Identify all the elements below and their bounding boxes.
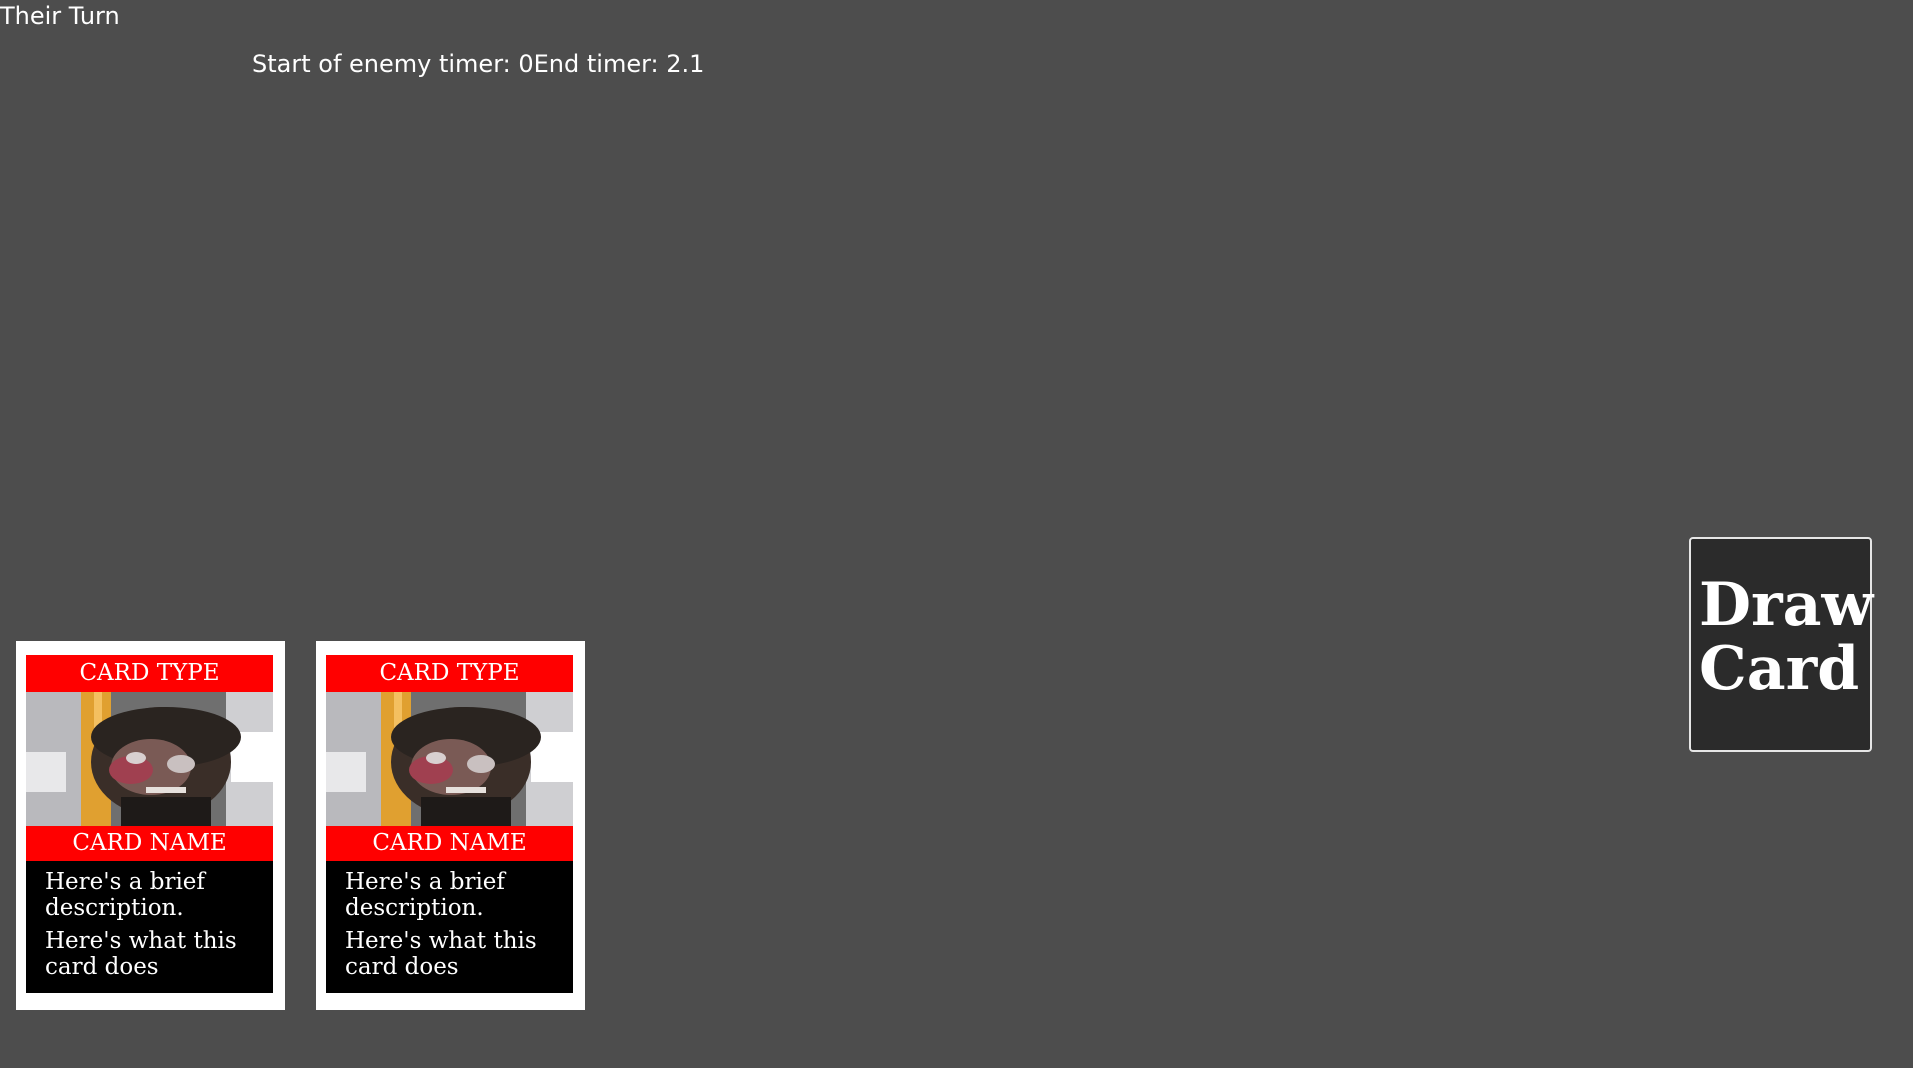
draw-card-button[interactable]: Draw Card xyxy=(1689,537,1874,752)
turn-indicator: Their Turn xyxy=(0,2,120,30)
card-text: Here's a brief description. Here's what … xyxy=(345,869,567,987)
card-effect: Here's what this card does xyxy=(345,928,537,980)
card-face: CARD TYPE CARD NAME Here's a brief descr… xyxy=(26,655,273,993)
card-type-banner: CARD TYPE xyxy=(326,655,573,692)
game-board: Their Turn Start of enemy timer: 0End ti… xyxy=(0,0,1913,1068)
card-description: Here's a brief description. xyxy=(345,869,505,921)
draw-card-label-line2: Card xyxy=(1699,634,1860,704)
timer-readout: Start of enemy timer: 0End timer: 2.1 xyxy=(252,50,705,78)
card-type-banner: CARD TYPE xyxy=(26,655,273,692)
draw-card-label-line1: Draw xyxy=(1699,570,1874,640)
card-description: Here's a brief description. xyxy=(45,869,205,921)
hand-card[interactable]: CARD TYPE CARD NAME Here's a brief descr… xyxy=(16,641,285,1010)
card-effect: Here's what this card does xyxy=(45,928,237,980)
card-name-banner: CARD NAME xyxy=(26,826,273,861)
card-art-image xyxy=(326,692,573,826)
card-art-image xyxy=(26,692,273,826)
card-text: Here's a brief description. Here's what … xyxy=(45,869,267,987)
card-name-banner: CARD NAME xyxy=(326,826,573,861)
hand-card[interactable]: CARD TYPE CARD NAME Here's a brief descr… xyxy=(316,641,585,1010)
card-face: CARD TYPE CARD NAME Here's a brief descr… xyxy=(326,655,573,993)
